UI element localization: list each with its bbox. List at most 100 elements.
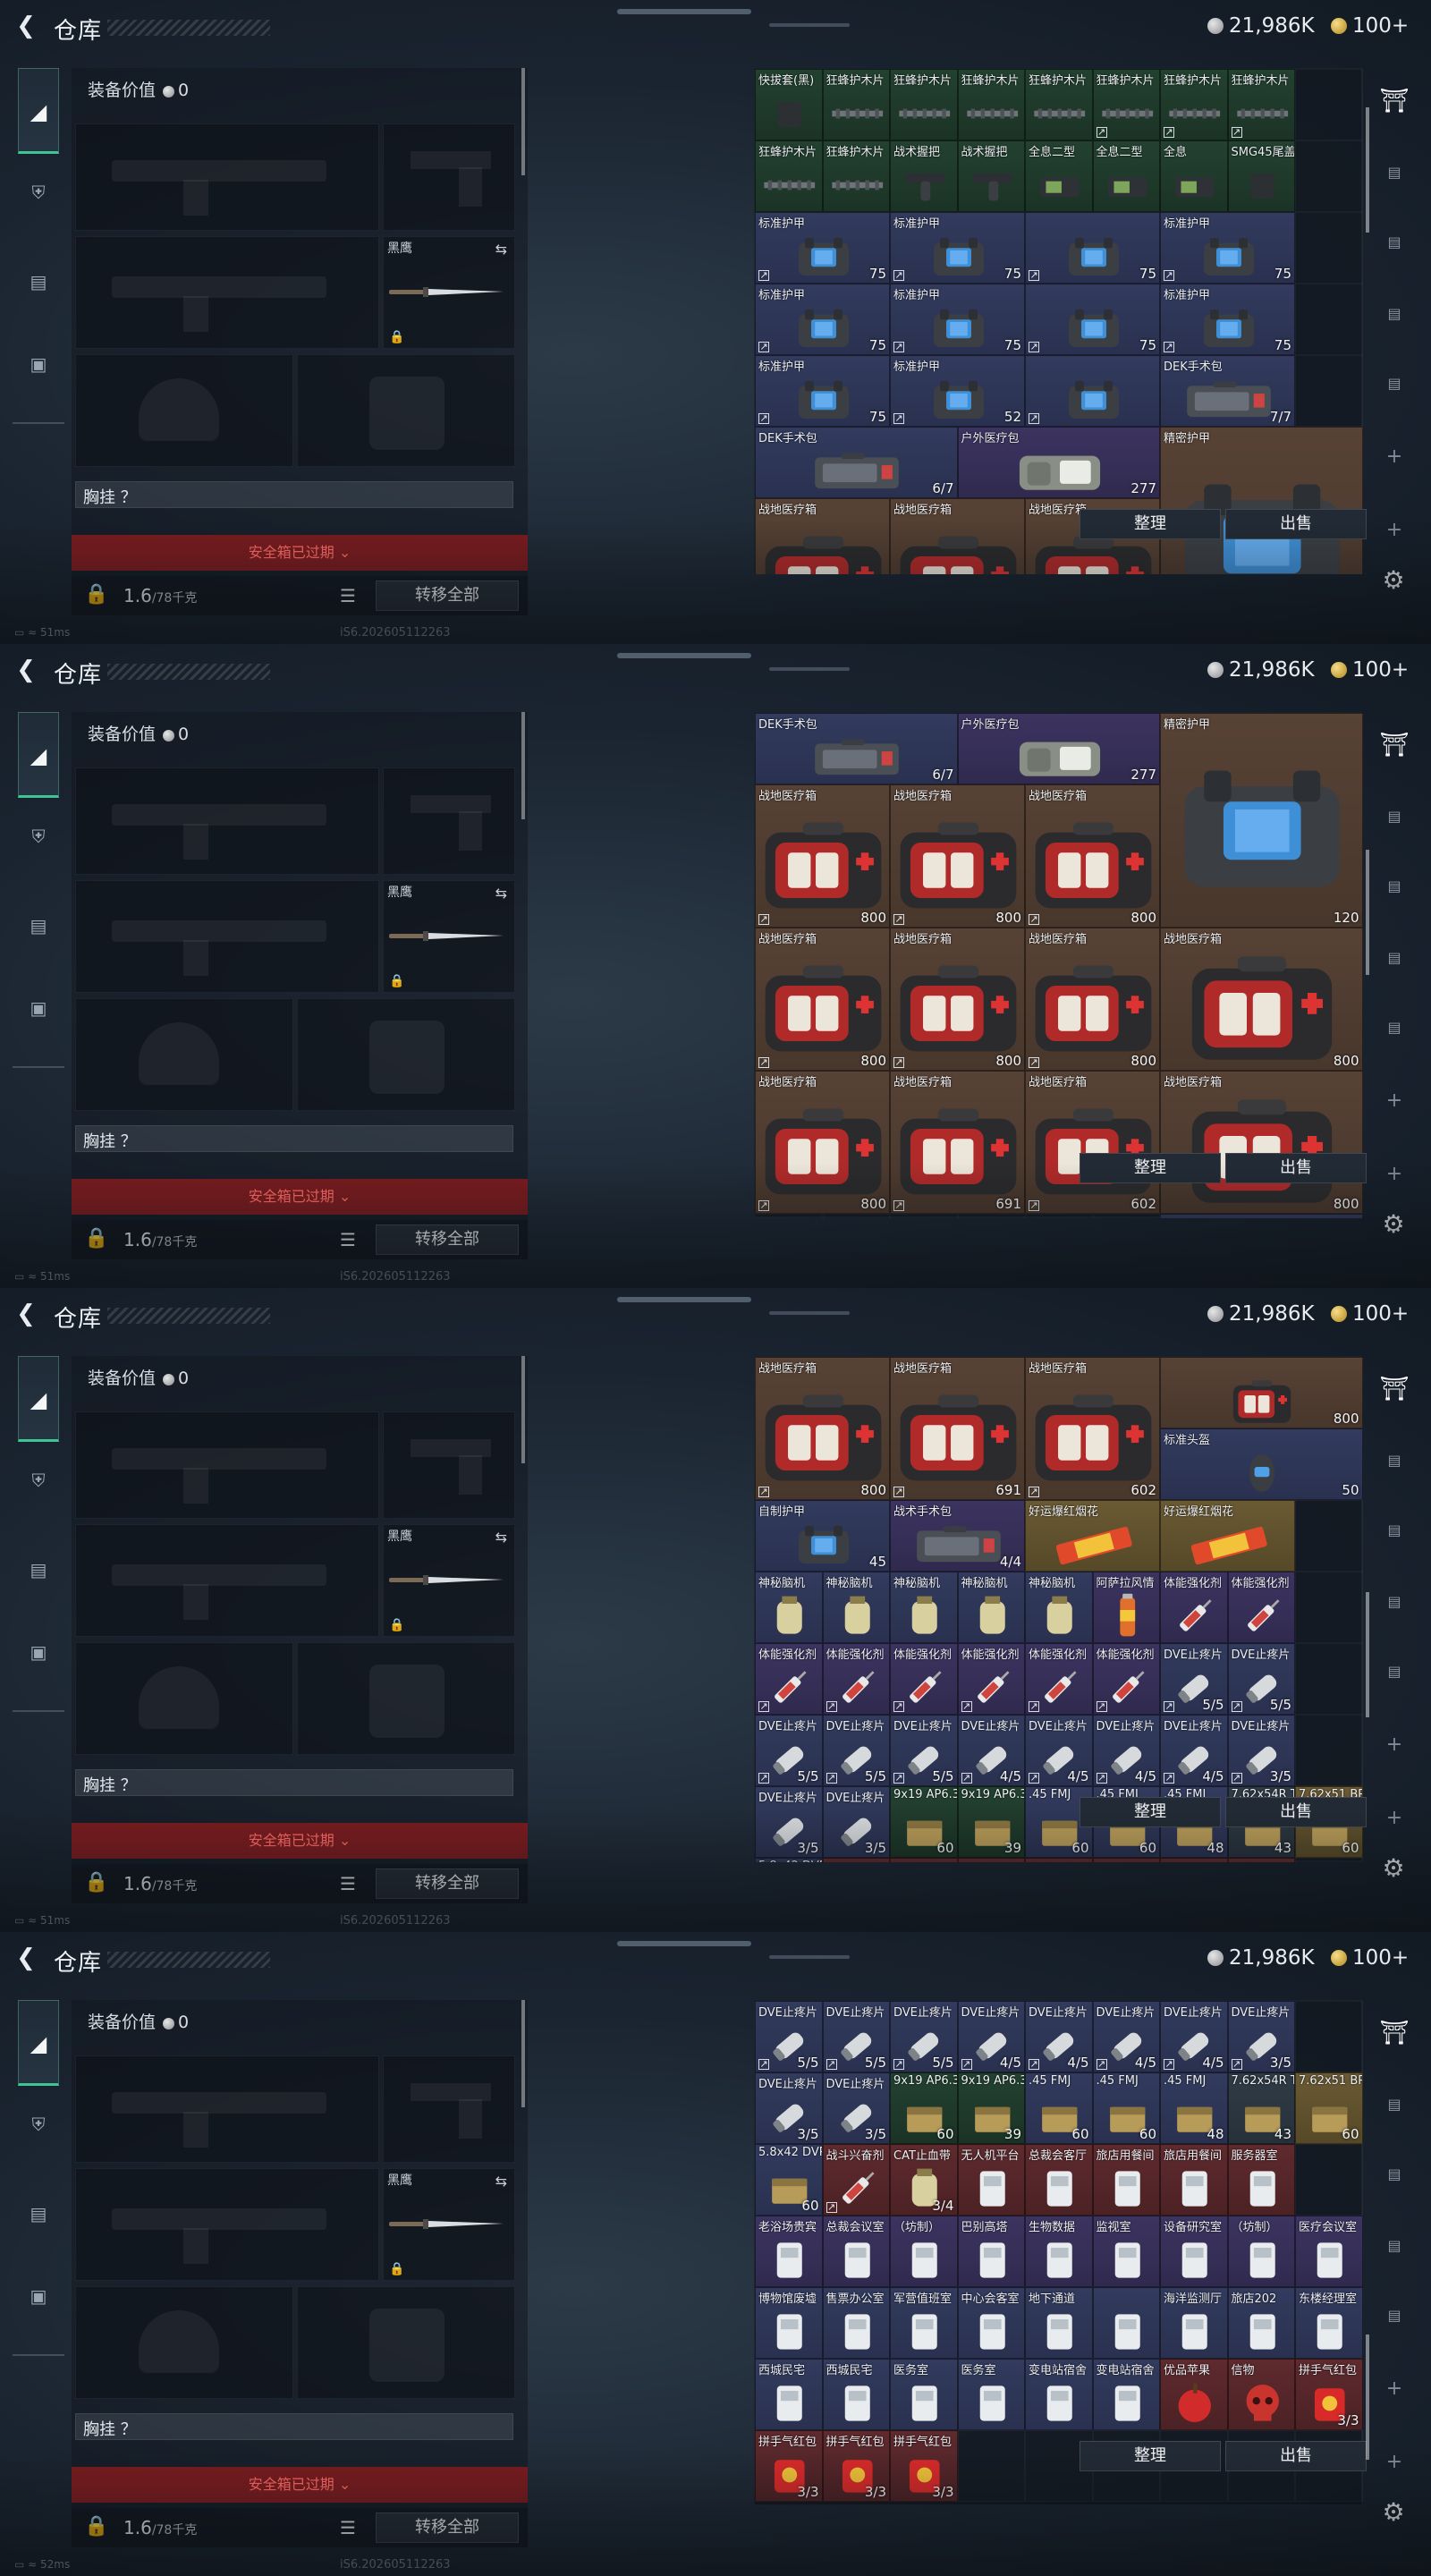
inventory-item[interactable]: 75 ↗	[1025, 284, 1160, 355]
pistol-slot[interactable]	[383, 2055, 515, 2163]
inventory-item[interactable]: DEK手术包 6/7	[755, 713, 958, 784]
inventory-item[interactable]: 神秘脑机	[890, 1572, 958, 1643]
silver-currency[interactable]: 21,986K	[1207, 1302, 1315, 1326]
inventory-item[interactable]: DEK手术包 6/7	[755, 427, 958, 498]
inventory-item[interactable]: 战地医疗箱 800 ↗	[755, 784, 890, 928]
primary-weapon-slot[interactable]	[75, 767, 379, 875]
inventory-item[interactable]: DVE止疼片 5/5 ↗	[1227, 1643, 1295, 1715]
pistol-icon[interactable]: ◢	[18, 1356, 59, 1442]
inventory-item[interactable]: 狂蜂护木片 ↗	[1092, 69, 1160, 140]
inventory-item[interactable]: 9x19 AP6.3 39	[957, 2072, 1025, 2144]
transfer-all-button[interactable]: 转移全部	[376, 1868, 519, 1899]
inventory-item[interactable]: 户外医疗包 277	[957, 713, 1160, 784]
storage-icon[interactable]: ▤	[1379, 1013, 1410, 1043]
pistol-slot[interactable]	[383, 767, 515, 875]
storage-icon[interactable]: ▤	[1379, 943, 1410, 973]
inventory-item[interactable]: 标准护甲 52 ↗	[890, 355, 1025, 427]
backpack-icon[interactable]: ▣	[20, 2277, 57, 2315]
inventory-item[interactable]: 标准头盔50	[1362, 856, 1363, 999]
inventory-item[interactable]: （坊制）	[1227, 2216, 1295, 2287]
inventory-item[interactable]: 信物	[1227, 2359, 1295, 2430]
inventory-item[interactable]: 体能强化剂 ↗	[822, 1643, 890, 1715]
inventory-item[interactable]: DVE止疼片 5/5 ↗	[822, 2001, 890, 2072]
sort-button[interactable]: 整理	[1080, 1797, 1221, 1827]
list-icon[interactable]: ☰	[340, 2517, 356, 2538]
inventory-item[interactable]: DVE止疼片 3/5	[755, 2072, 823, 2144]
storage-icon[interactable]: ▤	[1379, 801, 1410, 832]
silver-currency[interactable]: 21,986K	[1207, 1946, 1315, 1970]
inventory-item[interactable]: 7.62x51 BPZ 60	[1295, 2072, 1363, 2144]
inventory-item[interactable]: 狂蜂护木片	[822, 69, 890, 140]
inventory-item[interactable]: DVE止疼片 3/5	[822, 1786, 890, 1858]
safebox-expired-banner[interactable]: 安全箱已过期 ⌄	[72, 535, 528, 571]
inventory-item[interactable]: .45 FMJ 60	[1025, 2072, 1093, 2144]
inventory-item[interactable]: DVE止疼片 5/5 ↗	[1160, 1643, 1228, 1715]
inventory-item[interactable]: 5.8x42 DVP88	[755, 1858, 823, 1862]
inventory-item[interactable]: 服务器室	[1227, 2144, 1295, 2216]
rig-icon[interactable]: ▤	[20, 2195, 57, 2233]
inventory-item[interactable]: 9x19 AP6.3 39	[957, 1786, 1025, 1858]
inventory-item[interactable]: 阿萨拉风情	[1092, 1572, 1160, 1643]
inventory-item[interactable]: （坊制）	[890, 2216, 958, 2287]
backpack-icon[interactable]: ▣	[20, 345, 57, 383]
gold-currency[interactable]: 100+	[1331, 658, 1409, 682]
inventory-item[interactable]: 旅店202	[1227, 2287, 1295, 2359]
plus-icon[interactable]: +	[1379, 1159, 1410, 1190]
inventory-item[interactable]: 标准护甲 75 ↗	[1160, 284, 1295, 355]
equipment-scrollbar[interactable]	[521, 1356, 525, 1463]
inventory-item[interactable]: 狂蜂护木片	[755, 140, 823, 212]
inventory-item[interactable]: 神秘脑机	[755, 1572, 823, 1643]
inventory-item[interactable]: 医务室	[957, 2359, 1025, 2430]
inventory-item[interactable]: 好运爆红	[1362, 1428, 1363, 1572]
body-armor-slot[interactable]	[297, 998, 515, 1111]
inventory-item[interactable]: 狂蜂护木片	[890, 69, 958, 140]
inventory-item[interactable]: 神秘脑机	[1025, 1572, 1093, 1643]
armor-icon[interactable]: ⛨	[20, 174, 57, 211]
inventory-item[interactable]: 战地医疗箱 691 ↗	[890, 1357, 1025, 1500]
inventory-item[interactable]: 巴别高塔	[957, 2216, 1025, 2287]
inventory-item[interactable]: DVE止疼片 4/5 ↗	[957, 1715, 1025, 1786]
inventory-item[interactable]: 好运爆红烟花	[1025, 1500, 1160, 1572]
inventory-item[interactable]: DVE止疼片 5/5 ↗	[755, 2001, 823, 2072]
inventory-item[interactable]: 战地医疗箱 800 ↗	[755, 928, 890, 1071]
inventory-item[interactable]: 狂蜂护木片 ↗	[1227, 69, 1295, 140]
back-arrow-icon[interactable]: ❮	[13, 13, 39, 39]
inventory-item[interactable]: .45 FMJ 60	[1092, 2072, 1160, 2144]
inventory-item[interactable]: 50	[1362, 1357, 1363, 1428]
inventory-item[interactable]: 战地医疗箱 691 ↗	[890, 1071, 1025, 1214]
inventory-item[interactable]: 战地医疗箱 800 ↗	[755, 1357, 890, 1500]
inventory-item[interactable]: 战斗兴奋剂	[822, 1858, 890, 1862]
melee-slot[interactable]: 黑鹰 ⇆ 🔒	[383, 880, 515, 993]
inventory-item[interactable]: DVE止疼片 4/5 ↗	[1092, 2001, 1160, 2072]
inventory-scrollbar[interactable]	[1366, 107, 1369, 233]
helmet-slot[interactable]	[75, 1642, 293, 1755]
inventory-item[interactable]: 变电站宿舍	[1092, 2359, 1160, 2430]
melee-slot[interactable]: 黑鹰 ⇆ 🔒	[383, 236, 515, 349]
inventory-item[interactable]: 旅店用餐间	[1160, 2144, 1228, 2216]
inventory-item[interactable]: 总裁会议室	[822, 2216, 890, 2287]
inventory-item[interactable]: 狂蜂护木片	[822, 140, 890, 212]
inventory-item[interactable]: 无人机平台	[957, 2144, 1025, 2216]
inventory-item[interactable]: 战术手术包 4/4	[890, 1500, 1025, 1572]
inventory-item[interactable]: 狂蜂护木片	[957, 69, 1025, 140]
inventory-item[interactable]: 旅店用餐间	[1092, 2144, 1160, 2216]
inventory-item[interactable]: 中心会客室	[957, 2287, 1025, 2359]
helmet-slot[interactable]	[75, 354, 293, 467]
inventory-item[interactable]: 医务室	[890, 2359, 958, 2430]
inventory-item[interactable]: 神秘脑机	[957, 1572, 1025, 1643]
inventory-item[interactable]: .45 FMJ 48	[1160, 2072, 1228, 2144]
chest-rig-slot[interactable]: 胸挂 ？	[75, 1769, 513, 1796]
primary-weapon-slot[interactable]	[75, 123, 379, 231]
inventory-item[interactable]: CAT止血带 3/4	[890, 2144, 958, 2216]
armor-icon[interactable]: ⛨	[20, 2106, 57, 2143]
inventory-item[interactable]: DVE止疼片 4/5 ↗	[1160, 2001, 1228, 2072]
storage-icon[interactable]: ▤	[1379, 2159, 1410, 2190]
chest-rig-slot[interactable]: 胸挂 ？	[75, 1125, 513, 1152]
helmet-slot[interactable]	[75, 2286, 293, 2399]
rig-icon[interactable]: ▤	[20, 1551, 57, 1589]
transfer-all-button[interactable]: 转移全部	[376, 1224, 519, 1255]
storage-icon[interactable]: ▤	[1379, 2301, 1410, 2331]
inventory-item[interactable]: DVE止疼片 3/5	[755, 1786, 823, 1858]
inventory-item[interactable]: 战地医疗箱	[890, 498, 1025, 574]
inventory-item[interactable]: 无人机平台	[957, 1858, 1025, 1862]
